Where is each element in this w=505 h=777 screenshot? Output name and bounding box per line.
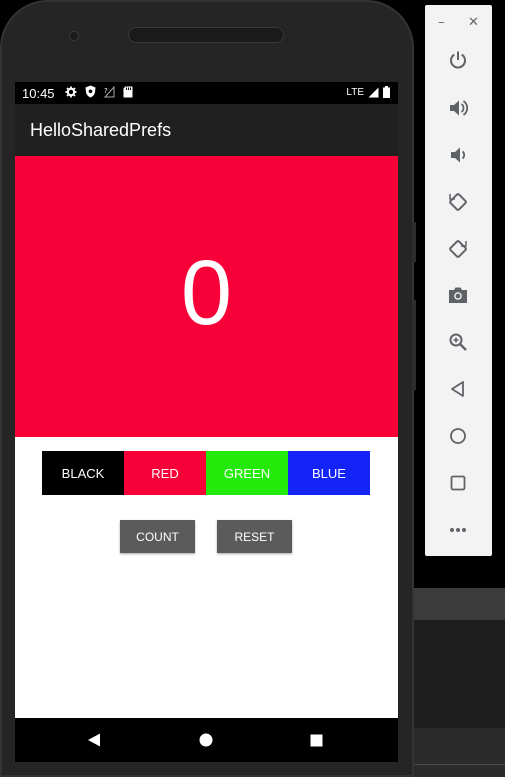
black-button-label: BLACK: [61, 465, 105, 481]
home-icon[interactable]: [445, 423, 471, 449]
red-button[interactable]: RED: [124, 451, 206, 495]
no-signal-icon: ?: [104, 85, 115, 97]
camera-icon[interactable]: [445, 282, 471, 308]
status-system-icons: LTE: [346, 86, 390, 98]
sd-card-icon: [123, 86, 133, 97]
nav-back-icon[interactable]: [87, 733, 101, 747]
close-icon[interactable]: ✕: [468, 15, 479, 30]
svg-text:?: ?: [104, 87, 108, 95]
reset-button[interactable]: RESET: [217, 520, 292, 553]
navigation-bar: [15, 718, 398, 762]
ide-toolbar-strip: [412, 588, 505, 620]
nav-home-icon[interactable]: [199, 733, 213, 747]
power-side-button: [412, 222, 416, 262]
count-value: 0: [180, 242, 233, 344]
emulator-toolbar: – ✕: [425, 5, 492, 556]
network-type-label: LTE: [346, 86, 364, 98]
green-button[interactable]: GREEN: [206, 451, 288, 495]
power-icon[interactable]: [445, 47, 471, 73]
more-icon[interactable]: [445, 517, 471, 543]
blue-button[interactable]: BLUE: [288, 451, 370, 495]
count-display-panel: 0: [15, 156, 398, 437]
battery-icon: [383, 86, 390, 98]
front-camera-icon: [69, 31, 79, 41]
green-button-label: GREEN: [223, 465, 271, 481]
settings-icon: [65, 86, 77, 97]
blue-button-label: BLUE: [312, 465, 346, 481]
rotate-left-icon[interactable]: [445, 189, 471, 215]
app-bar: HelloSharedPrefs: [15, 104, 398, 156]
device-screen: 10:45 ? LTE HelloSharedPrefs 0 BLACK RED…: [15, 82, 398, 762]
count-button[interactable]: COUNT: [120, 520, 195, 553]
earpiece-speaker: [128, 27, 284, 43]
status-notification-icons: ?: [65, 85, 133, 98]
minimize-icon[interactable]: –: [438, 15, 445, 30]
color-button-row: BLACK RED GREEN BLUE: [42, 451, 370, 495]
nav-overview-icon[interactable]: [310, 734, 323, 747]
status-time: 10:45: [22, 86, 55, 101]
red-button-label: RED: [151, 465, 179, 481]
emulator-window: 10:45 ? LTE HelloSharedPrefs 0 BLACK RED…: [0, 0, 505, 777]
reset-button-label: RESET: [234, 529, 275, 544]
rotate-right-icon[interactable]: [445, 236, 471, 262]
count-button-label: COUNT: [136, 529, 179, 544]
ide-editor-area: [412, 620, 505, 728]
black-button[interactable]: BLACK: [42, 451, 124, 495]
overview-icon[interactable]: [445, 470, 471, 496]
status-bar: 10:45 ? LTE: [15, 82, 398, 104]
zoom-icon[interactable]: [445, 329, 471, 355]
volume-side-button: [412, 300, 416, 390]
ide-bottom-panel: [412, 728, 505, 777]
device-frame: 10:45 ? LTE HelloSharedPrefs 0 BLACK RED…: [0, 0, 414, 777]
ide-divider: [412, 764, 505, 765]
back-icon[interactable]: [445, 376, 471, 402]
app-title: HelloSharedPrefs: [30, 120, 172, 140]
volume-down-icon[interactable]: [445, 142, 471, 168]
volume-up-icon[interactable]: [445, 95, 471, 121]
signal-icon: [368, 87, 379, 97]
shield-icon: [85, 85, 96, 98]
